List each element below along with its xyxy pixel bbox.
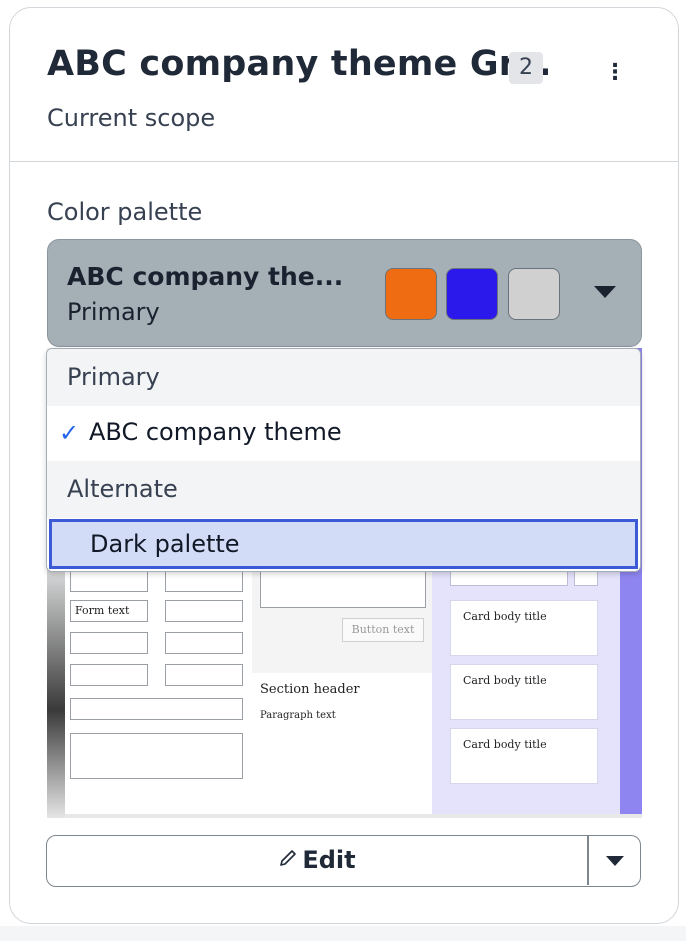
edit-button[interactable]: Edit: [47, 836, 587, 885]
preview-card-title: Card body title: [463, 610, 547, 623]
dropdown-group-primary: Primary: [47, 349, 640, 406]
palette-dropdown-menu: Primary ✓ ABC company theme Alternate Da…: [46, 348, 641, 572]
dropdown-option-abc-company-theme[interactable]: ✓ ABC company theme: [47, 406, 640, 463]
preview-form-field: [165, 632, 243, 654]
dropdown-option-dark-palette[interactable]: Dark palette: [49, 519, 638, 569]
swatch-blue: [446, 268, 498, 320]
preview-form-field: [70, 632, 148, 654]
dropdown-group-label: Primary: [67, 363, 160, 391]
caret-down-icon[interactable]: [606, 856, 624, 866]
preview-form-field: [70, 698, 243, 720]
preview-textarea: [70, 733, 243, 779]
kebab-menu-icon[interactable]: ⋮: [602, 58, 628, 88]
preview-form-field: [165, 600, 243, 622]
check-icon: ✓: [59, 419, 80, 447]
split-divider: [587, 836, 589, 885]
selected-palette-group: Primary: [67, 298, 160, 326]
preview-card-title: Card body title: [463, 738, 547, 751]
color-palette-label: Color palette: [47, 198, 203, 226]
preview-card: Card body title: [450, 600, 598, 656]
preview-form-field: Form text: [70, 600, 148, 622]
dropdown-option-label: ABC company theme: [89, 418, 342, 446]
caret-down-icon[interactable]: [594, 286, 616, 298]
preview-form-field: [70, 664, 148, 686]
preview-form-field: [70, 570, 148, 592]
card-title: ABC company theme Gr...: [47, 44, 552, 84]
swatch-gray: [508, 268, 560, 320]
preview-card-title: Card body title: [463, 674, 547, 687]
dropdown-group-label: Alternate: [67, 475, 178, 503]
card-header: ABC company theme Gr... 2 ⋮ Current scop…: [10, 8, 678, 162]
color-palette-select[interactable]: ABC company the... Primary: [47, 239, 642, 347]
preview-section-header: Section header: [260, 682, 360, 697]
preview-card: Card body title: [450, 728, 598, 784]
count-badge: 2: [509, 52, 543, 84]
dropdown-option-label: Dark palette: [90, 530, 240, 558]
preview-form-field: [165, 664, 243, 686]
preview-shade: [47, 548, 65, 818]
edit-split-button: Edit: [46, 835, 641, 887]
preview-footer: [65, 814, 642, 818]
preview-form-field: [165, 570, 243, 592]
preview-paragraph-text: Paragraph text: [260, 710, 336, 721]
preview-button: Button text: [342, 618, 424, 642]
swatch-orange: [385, 268, 437, 320]
preview-form-text: Form text: [75, 604, 130, 617]
preview-textarea: [260, 570, 426, 608]
pencil-icon: [278, 848, 298, 874]
page-bottom-strip: [0, 926, 686, 941]
preview-card: Card body title: [450, 664, 598, 720]
dropdown-group-alternate: Alternate: [47, 461, 640, 518]
edit-button-label: Edit: [302, 846, 356, 874]
card-subtitle: Current scope: [47, 104, 216, 132]
selected-palette-name: ABC company the...: [67, 262, 344, 291]
